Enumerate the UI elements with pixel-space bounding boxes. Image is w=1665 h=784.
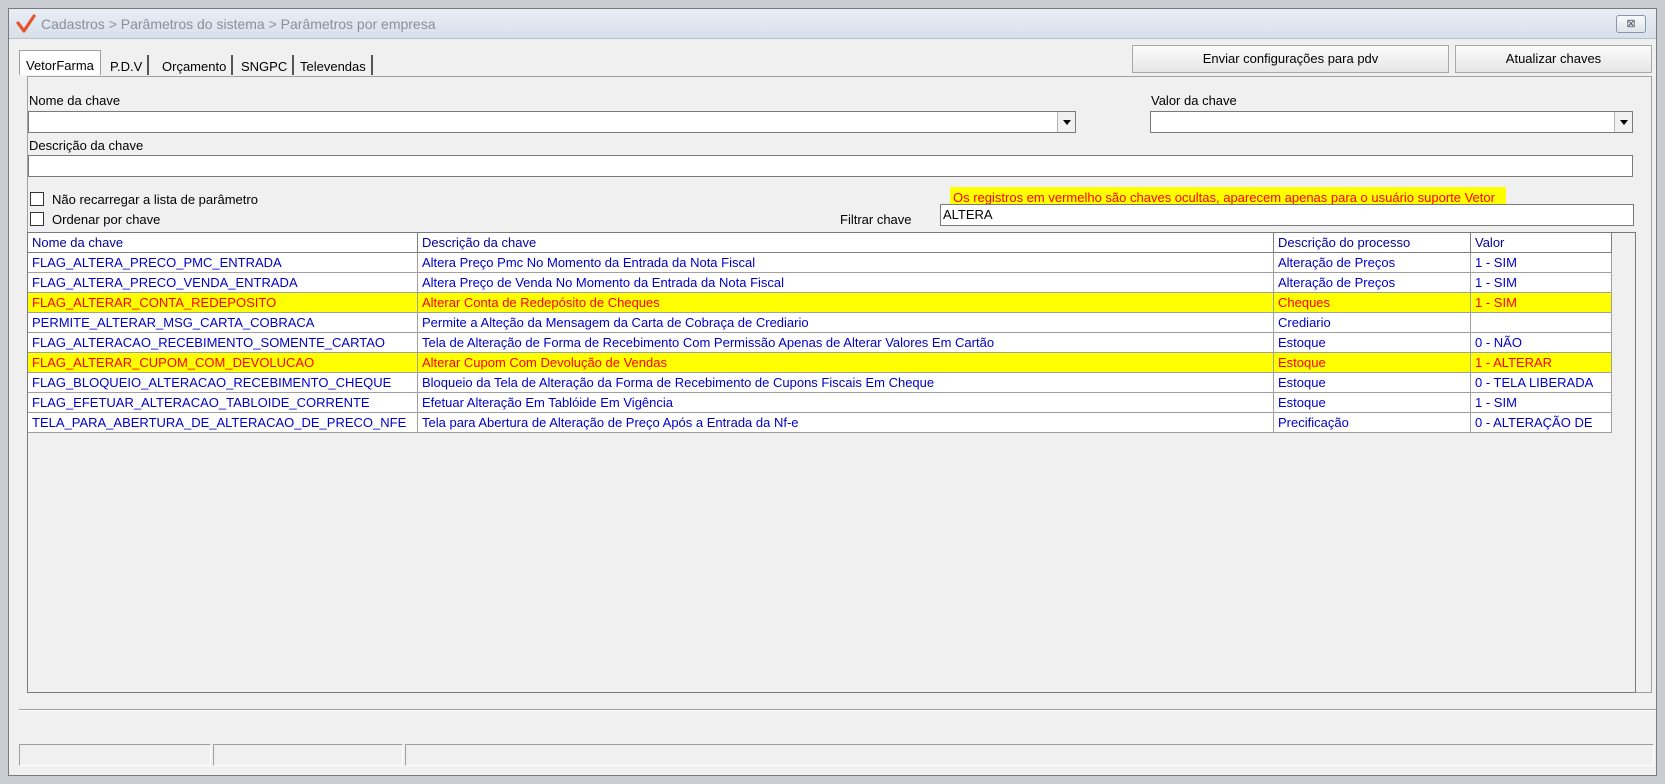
table-row[interactable]: FLAG_EFETUAR_ALTERACAO_TABLOIDE_CORRENTE… — [28, 393, 1612, 413]
cell-key-name[interactable]: FLAG_ALTERAR_CUPOM_COM_DEVOLUCAO — [28, 353, 418, 373]
cell-value[interactable]: 1 - SIM — [1471, 253, 1612, 273]
grid-header: Nome da chave Descrição da chave Descriç… — [28, 233, 1612, 253]
cell-key-name[interactable]: PERMITE_ALTERAR_MSG_CARTA_COBRACA — [28, 313, 418, 333]
cell-process[interactable]: Estoque — [1274, 333, 1471, 353]
table-row[interactable]: FLAG_ALTERAR_CUPOM_COM_DEVOLUCAO Alterar … — [28, 353, 1612, 373]
column-header-key-name[interactable]: Nome da chave — [28, 233, 418, 253]
update-keys-button[interactable]: Atualizar chaves — [1455, 45, 1652, 73]
key-name-combo[interactable] — [28, 111, 1076, 133]
cell-key-name[interactable]: FLAG_ALTERACAO_RECEBIMENTO_SOMENTE_CARTA… — [28, 333, 418, 353]
cell-process[interactable]: Cheques — [1274, 293, 1471, 313]
cell-process[interactable]: Estoque — [1274, 373, 1471, 393]
cell-key-description[interactable]: Tela de Alteração de Forma de Recebiment… — [418, 333, 1274, 353]
cell-key-name[interactable]: TELA_PARA_ABERTURA_DE_ALTERACAO_DE_PRECO… — [28, 413, 418, 433]
table-row[interactable]: TELA_PARA_ABERTURA_DE_ALTERACAO_DE_PRECO… — [28, 413, 1612, 433]
table-row[interactable]: FLAG_ALTERA_PRECO_PMC_ENTRADA Altera Preç… — [28, 253, 1612, 273]
cell-process[interactable]: Alteração de Preços — [1274, 253, 1471, 273]
cell-value[interactable]: 0 - TELA LIBERADA — [1471, 373, 1612, 393]
cell-key-description[interactable]: Permite a Alteção da Mensagem da Carta d… — [418, 313, 1274, 333]
tab-orcamento[interactable]: Orçamento — [157, 55, 234, 75]
cell-process[interactable]: Estoque — [1274, 353, 1471, 373]
cell-key-description[interactable]: Altera Preço Pmc No Momento da Entrada d… — [418, 253, 1274, 273]
cell-value[interactable]: 1 - SIM — [1471, 393, 1612, 413]
cell-process[interactable]: Alteração de Preços — [1274, 273, 1471, 293]
no-reload-label: Não recarregar a lista de parâmetro — [52, 192, 258, 207]
order-by-key-label: Ordenar por chave — [52, 212, 161, 227]
key-value-label: Valor da chave — [1151, 93, 1237, 108]
cell-key-name[interactable]: FLAG_ALTERAR_CONTA_REDEPOSITO — [28, 293, 418, 313]
column-header-process-description[interactable]: Descrição do processo — [1274, 233, 1471, 253]
cell-value[interactable]: 1 - SIM — [1471, 293, 1612, 313]
status-panel — [213, 744, 403, 766]
cell-process[interactable]: Precificação — [1274, 413, 1471, 433]
tab-pdv[interactable]: P.D.V — [105, 55, 150, 75]
cell-key-name[interactable]: FLAG_ALTERA_PRECO_PMC_ENTRADA — [28, 253, 418, 273]
table-row[interactable]: FLAG_ALTERAR_CONTA_REDEPOSITO Alterar Con… — [28, 293, 1612, 313]
window-title: Cadastros > Parâmetros do sistema > Parâ… — [41, 16, 436, 32]
cell-key-name[interactable]: FLAG_BLOQUEIO_ALTERACAO_RECEBIMENTO_CHEQ… — [28, 373, 418, 393]
cell-value[interactable] — [1471, 313, 1612, 333]
no-reload-checkbox[interactable] — [30, 192, 44, 206]
status-panel — [19, 744, 211, 766]
title-bar: Cadastros > Parâmetros do sistema > Parâ… — [9, 9, 1656, 39]
column-header-value[interactable]: Valor — [1471, 233, 1612, 253]
filter-key-label: Filtrar chave — [840, 212, 912, 227]
table-row[interactable]: FLAG_ALTERA_PRECO_VENDA_ENTRADA Altera Pr… — [28, 273, 1612, 293]
status-panel — [405, 744, 1654, 766]
status-bar — [19, 744, 1656, 769]
tab-vetorfarma[interactable]: VetorFarma — [19, 50, 101, 75]
table-row[interactable]: PERMITE_ALTERAR_MSG_CARTA_COBRACA Permite… — [28, 313, 1612, 333]
close-button[interactable]: ⊠ — [1616, 15, 1646, 33]
order-by-key-checkbox[interactable] — [30, 212, 44, 226]
cell-value[interactable]: 0 - NÃO — [1471, 333, 1612, 353]
cell-process[interactable]: Estoque — [1274, 393, 1471, 413]
cell-key-name[interactable]: FLAG_ALTERA_PRECO_VENDA_ENTRADA — [28, 273, 418, 293]
column-header-key-description[interactable]: Descrição da chave — [418, 233, 1274, 253]
cell-key-description[interactable]: Alterar Cupom Com Devolução de Vendas — [418, 353, 1274, 373]
cell-process[interactable]: Crediario — [1274, 313, 1471, 333]
chevron-down-icon[interactable] — [1057, 112, 1075, 132]
cell-value[interactable]: 0 - ALTERAÇÃO DE — [1471, 413, 1612, 433]
key-name-label: Nome da chave — [29, 93, 121, 108]
cell-key-description[interactable]: Efetuar Alteração Em Tablóide Em Vigênci… — [418, 393, 1274, 413]
cell-value[interactable]: 1 - SIM — [1471, 273, 1612, 293]
cell-key-name[interactable]: FLAG_EFETUAR_ALTERACAO_TABLOIDE_CORRENTE — [28, 393, 418, 413]
tab-televendas[interactable]: Televendas — [295, 55, 373, 75]
divider — [19, 709, 1656, 711]
chevron-down-icon[interactable] — [1614, 112, 1632, 132]
table-row[interactable]: FLAG_BLOQUEIO_ALTERACAO_RECEBIMENTO_CHEQ… — [28, 373, 1612, 393]
cell-key-description[interactable]: Tela para Abertura de Alteração de Preço… — [418, 413, 1274, 433]
cell-key-description[interactable]: Alterar Conta de Redepósito de Cheques — [418, 293, 1274, 313]
cell-key-description[interactable]: Bloqueio da Tela de Alteração da Forma d… — [418, 373, 1274, 393]
key-value-combo[interactable] — [1150, 111, 1633, 133]
cell-key-description[interactable]: Altera Preço de Venda No Momento da Entr… — [418, 273, 1274, 293]
table-row[interactable]: FLAG_ALTERACAO_RECEBIMENTO_SOMENTE_CARTA… — [28, 333, 1612, 353]
key-description-input[interactable] — [28, 155, 1633, 177]
tab-sngpc[interactable]: SNGPC — [236, 55, 295, 75]
filter-key-input[interactable]: ALTERA — [940, 204, 1634, 226]
send-config-button[interactable]: Enviar configurações para pdv — [1132, 45, 1449, 73]
vetor-logo-icon — [16, 14, 36, 33]
key-description-label: Descrição da chave — [29, 138, 144, 153]
parameters-grid[interactable]: Nome da chave Descrição da chave Descriç… — [27, 232, 1636, 693]
cell-value[interactable]: 1 - ALTERAR — [1471, 353, 1612, 373]
